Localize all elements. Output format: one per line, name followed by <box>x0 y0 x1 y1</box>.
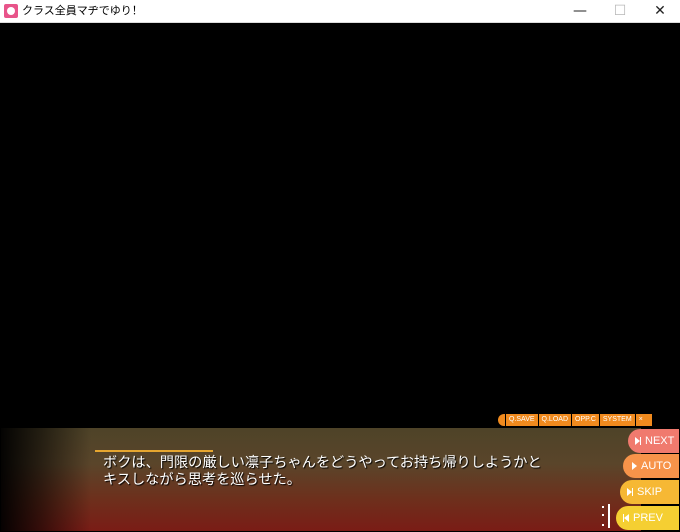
app-icon[interactable] <box>4 4 18 18</box>
skip-icon <box>627 488 633 496</box>
next-icon <box>635 437 641 445</box>
skip-button[interactable]: SKIP <box>620 480 679 504</box>
minimize-button[interactable]: — <box>560 0 600 22</box>
window-title: クラス全員マヂでゆり！ <box>22 4 143 17</box>
message-window-fade <box>1 428 91 531</box>
message-text: ボクは、門限の厳しい凛子ちゃんをどうやってお持ち帰りしようかと キスしながら思考… <box>103 455 542 488</box>
maximize-button[interactable]: ☐ <box>600 0 640 22</box>
title-bar: クラス全員マヂでゆり！ — ☐ ✕ <box>0 0 680 23</box>
quick-menu-cap <box>498 414 505 426</box>
next-button[interactable]: NEXT <box>628 429 679 453</box>
quick-menu-close-button[interactable]: × <box>635 414 652 426</box>
name-underline <box>95 450 213 452</box>
quick-menu: Q.SAVE Q.LOAD OPP.C SYSTEM × <box>498 414 652 426</box>
close-button[interactable]: ✕ <box>640 0 680 22</box>
auto-icon <box>632 462 637 470</box>
next-button-label: NEXT <box>645 435 675 447</box>
click-wait-icon <box>602 504 610 528</box>
auto-button-label: AUTO <box>641 460 672 472</box>
prev-icon <box>623 514 629 522</box>
message-window[interactable]: ボクは、門限の厳しい凛子ちゃんをどうやってお持ち帰りしようかと キスしながら思考… <box>1 428 641 531</box>
quick-load-button[interactable]: Q.LOAD <box>538 414 571 426</box>
quick-save-button[interactable]: Q.SAVE <box>506 414 538 426</box>
auto-button[interactable]: AUTO <box>623 454 679 478</box>
game-screen[interactable]: Q.SAVE Q.LOAD OPP.C SYSTEM × ボクは、門限の厳しい凛… <box>1 23 679 531</box>
system-button[interactable]: SYSTEM <box>599 414 635 426</box>
prev-button-label: PREV <box>633 512 663 524</box>
opp-c-button[interactable]: OPP.C <box>572 414 599 426</box>
prev-button[interactable]: PREV <box>616 506 679 530</box>
skip-button-label: SKIP <box>637 486 663 498</box>
